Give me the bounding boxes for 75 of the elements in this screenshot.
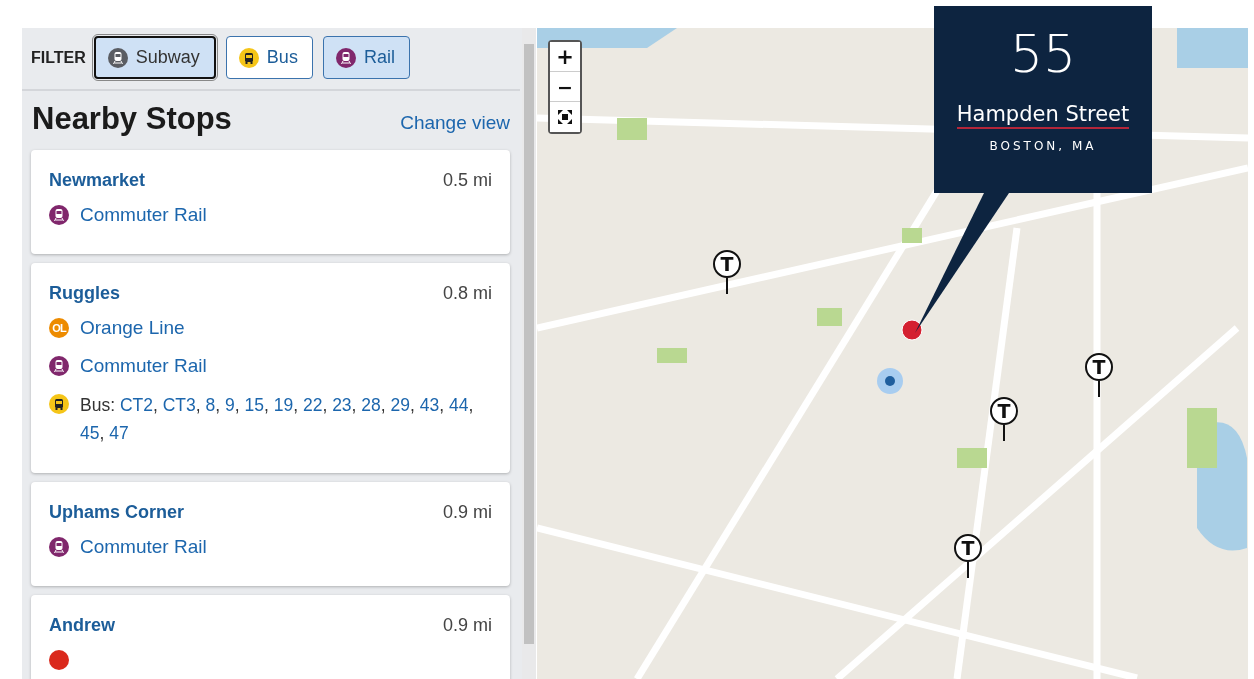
stop-name[interactable]: Ruggles (49, 283, 120, 304)
bus-icon (238, 47, 259, 68)
bus-route-link[interactable]: 43 (419, 395, 440, 415)
nearby-stops-heading: Nearby Stops (32, 101, 232, 137)
current-location-marker (877, 368, 903, 394)
stop-distance: 0.5 mi (442, 170, 492, 191)
bus-route-link[interactable]: 44 (449, 395, 469, 415)
park-area (957, 448, 987, 468)
change-view-link[interactable]: Change view (400, 112, 510, 134)
bus-route-link[interactable]: CT3 (162, 395, 196, 415)
bus-route-link[interactable]: 19 (273, 395, 294, 415)
bus-routes-text: Bus: CT2, CT3, 8, 9, 15, 19, 22, 23, 28, 29, 43, 44, 45, 47 (80, 394, 475, 445)
stop-card[interactable]: Andrew 0.9 mi (31, 595, 510, 679)
filter-label: FILTER (31, 48, 86, 67)
bus-route-link[interactable]: CT2 (119, 395, 153, 415)
zoom-in-button[interactable]: + (550, 42, 580, 72)
bus-route-link[interactable]: 28 (361, 395, 381, 415)
train-icon (49, 537, 69, 557)
scrollbar[interactable] (522, 28, 536, 679)
stop-card[interactable]: Newmarket 0.5 mi Commuter Rail (31, 150, 510, 254)
train-icon (49, 356, 69, 376)
street-number: 55 (1009, 24, 1077, 84)
route-link[interactable]: Orange Line (80, 315, 185, 341)
separator-text: , (410, 395, 415, 415)
separator-text: , (99, 423, 105, 443)
stop-card[interactable]: Uphams Corner 0.9 mi Commuter Rail (31, 482, 510, 586)
stop-card[interactable]: Ruggles 0.8 mi OL Orange Line Commuter Rail Bus: CT2, CT3, 8, 9, 15, 19, 22, 23, 28, 29, 43, 44, 45, 47 (31, 263, 510, 473)
separator-text: , (215, 395, 221, 415)
bus-route-link[interactable]: 47 (109, 423, 129, 443)
stop-name[interactable]: Uphams Corner (49, 502, 185, 523)
line-badge-icon: OL (49, 318, 69, 338)
park-area (657, 348, 687, 363)
bus-route-link[interactable]: 23 (332, 395, 352, 415)
subway-filter-button[interactable]: Subway (93, 36, 216, 79)
train-icon (335, 47, 356, 68)
subway-icon (107, 47, 128, 68)
separator-text: , (351, 395, 357, 415)
fit-bounds-icon (557, 109, 573, 125)
stop-distance: 0.8 mi (442, 283, 492, 304)
bus-route-link[interactable]: 15 (244, 395, 264, 415)
separator-text: , (380, 395, 386, 415)
rail-filter-button[interactable]: Rail (322, 36, 410, 79)
stop-name[interactable]: Newmarket (49, 170, 146, 191)
bus-filter-button[interactable]: Bus (225, 36, 313, 79)
city-label: BOSTON, MA (989, 139, 1097, 153)
separator-text: , (234, 395, 240, 415)
stop-distance: 0.9 mi (442, 615, 492, 636)
park-area (1187, 408, 1217, 468)
separator-text: , (322, 395, 328, 415)
route-link[interactable]: Commuter Rail (80, 534, 207, 560)
bus-route-link[interactable]: 29 (390, 395, 411, 415)
water-area (1177, 28, 1248, 68)
separator-text: , (293, 395, 299, 415)
separator-text: , (468, 395, 474, 415)
bus-route-link[interactable]: 8 (205, 395, 216, 415)
selected-location-marker[interactable] (901, 319, 923, 341)
stop-name[interactable]: Andrew (49, 615, 115, 636)
separator-text: , (195, 395, 201, 415)
park-area (617, 118, 647, 140)
scrollbar-thumb[interactable] (524, 44, 534, 644)
stop-distance: 0.9 mi (442, 502, 492, 523)
route-dot-icon (49, 650, 69, 670)
route-link[interactable]: Commuter Rail (80, 202, 207, 228)
bus-route-link[interactable]: 22 (302, 395, 323, 415)
separator-text: , (263, 395, 269, 415)
park-area (817, 308, 842, 326)
bus-icon (49, 394, 69, 414)
train-icon (49, 205, 69, 225)
bus-route-link[interactable]: 45 (80, 423, 100, 443)
park-area (902, 228, 922, 243)
route-link[interactable]: Commuter Rail (80, 353, 207, 379)
bus-route-link[interactable]: 9 (225, 395, 235, 415)
separator-text: , (439, 395, 445, 415)
street-name: Hampden Street (956, 102, 1130, 129)
separator-text: , (152, 395, 158, 415)
